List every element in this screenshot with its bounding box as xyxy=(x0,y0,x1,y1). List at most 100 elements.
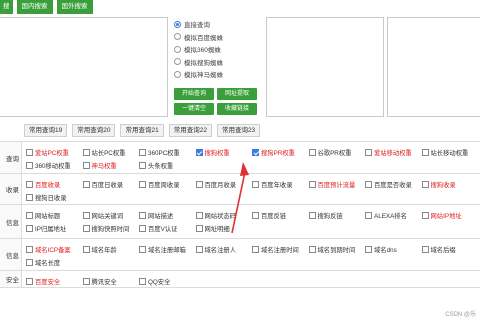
option-checkbox[interactable] xyxy=(195,225,203,232)
radio-circle[interactable] xyxy=(174,33,181,41)
option-item[interactable]: 域名注册人 xyxy=(195,243,253,256)
radio-circle[interactable] xyxy=(174,70,181,78)
option-item[interactable]: 百度月收录 xyxy=(195,178,253,191)
option-item[interactable]: 百度收录 xyxy=(26,178,83,191)
option-item[interactable]: 头条权重 xyxy=(139,159,196,172)
option-item[interactable]: 神马权重 xyxy=(82,159,140,172)
common-query-21-button[interactable]: 常用查询21 xyxy=(120,124,164,137)
option-item[interactable]: ALEXA排名 xyxy=(365,209,422,222)
option-item[interactable]: 域名到期时间 xyxy=(308,243,366,256)
option-checkbox[interactable] xyxy=(139,149,146,156)
extract-url-button[interactable]: 网址提取 xyxy=(217,88,257,100)
option-item[interactable]: 站长移动权重 xyxy=(421,146,479,159)
option-checkbox[interactable] xyxy=(195,246,203,253)
option-item[interactable]: 360移动权重 xyxy=(26,159,83,172)
option-checkbox[interactable] xyxy=(139,278,146,285)
option-checkbox[interactable] xyxy=(82,246,90,253)
option-checkbox[interactable] xyxy=(308,246,316,253)
option-checkbox[interactable] xyxy=(26,212,33,219)
option-item[interactable]: 网址明细 xyxy=(195,222,253,235)
option-checkbox[interactable] xyxy=(252,212,259,219)
option-item[interactable]: 搜狗收录 xyxy=(421,178,479,191)
option-checkbox[interactable] xyxy=(82,149,90,156)
option-item[interactable]: 百度日收录 xyxy=(82,178,140,191)
tab-partial[interactable]: 搜 xyxy=(0,0,13,14)
option-item[interactable]: 域名注册邮箱 xyxy=(139,243,196,256)
option-checkbox[interactable] xyxy=(26,246,33,253)
option-item[interactable]: 百度周收录 xyxy=(139,178,196,191)
option-checkbox[interactable] xyxy=(421,181,429,188)
option-item[interactable]: 谷歌PR权重 xyxy=(308,146,366,159)
option-item[interactable]: 腾讯安全 xyxy=(82,275,140,288)
option-item[interactable]: 域名ICP备案 xyxy=(26,243,83,256)
option-checkbox[interactable] xyxy=(365,149,372,156)
option-checkbox[interactable] xyxy=(26,259,33,266)
option-checkbox[interactable] xyxy=(365,246,372,253)
option-checkbox[interactable] xyxy=(26,278,33,285)
option-item[interactable]: 网站IP地址 xyxy=(421,209,479,222)
option-item[interactable]: 网站关键词 xyxy=(82,209,140,222)
common-query-20-button[interactable]: 常用查询20 xyxy=(72,124,116,137)
option-item[interactable]: 百度预计流量 xyxy=(308,178,366,191)
radio-sogou-spider[interactable]: 模拟搜狗蜘蛛 xyxy=(174,56,223,69)
option-checkbox[interactable] xyxy=(252,246,259,253)
radio-baidu-spider[interactable]: 模拟百度蜘蛛 xyxy=(174,31,223,44)
option-checkbox[interactable] xyxy=(308,149,316,156)
option-checkbox[interactable] xyxy=(139,212,146,219)
option-item[interactable]: 网站状态码 xyxy=(195,209,253,222)
tab-domestic-search[interactable]: 国内搜索 xyxy=(16,0,53,14)
option-item[interactable]: 百度V认证 xyxy=(139,222,196,235)
option-item[interactable]: 域名长度 xyxy=(26,256,83,269)
radio-direct-query[interactable]: 直接查询 xyxy=(174,18,223,31)
option-item[interactable]: IP归属地址 xyxy=(26,222,83,235)
common-query-23-button[interactable]: 常用查询23 xyxy=(216,124,261,137)
option-item[interactable]: 百度年收录 xyxy=(252,178,309,191)
option-item[interactable]: 搜狗权重 xyxy=(195,146,253,159)
option-checkbox[interactable] xyxy=(421,149,429,156)
option-checkbox[interactable] xyxy=(365,212,372,219)
option-checkbox[interactable] xyxy=(139,162,146,169)
option-checkbox[interactable] xyxy=(26,194,33,201)
option-checkbox[interactable] xyxy=(308,181,316,188)
option-checkbox[interactable] xyxy=(82,181,90,188)
option-checkbox[interactable] xyxy=(195,149,203,156)
option-item[interactable]: 搜狗PR权重 xyxy=(252,146,309,159)
radio-circle[interactable] xyxy=(174,45,181,53)
option-item[interactable]: 爱站PC权重 xyxy=(26,146,83,159)
option-checkbox[interactable] xyxy=(26,181,33,188)
option-checkbox[interactable] xyxy=(139,225,146,232)
radio-shenma-spider[interactable]: 模拟神马蜘蛛 xyxy=(174,68,223,81)
common-query-19-button[interactable]: 常用查询19 xyxy=(24,124,68,137)
option-checkbox[interactable] xyxy=(252,149,259,156)
option-item[interactable]: 搜狗反链 xyxy=(308,209,366,222)
option-item[interactable]: 百度是否收录 xyxy=(365,178,422,191)
option-checkbox[interactable] xyxy=(195,181,203,188)
option-item[interactable]: 网站标题 xyxy=(26,209,83,222)
option-item[interactable]: 域名后缀 xyxy=(421,243,479,256)
option-checkbox[interactable] xyxy=(82,225,90,232)
start-query-button[interactable]: 开始查询 xyxy=(174,88,214,100)
radio-circle[interactable] xyxy=(174,20,181,28)
result-textarea-2[interactable] xyxy=(387,17,480,117)
option-item[interactable]: 站长PC权重 xyxy=(82,146,140,159)
option-item[interactable]: 域名年龄 xyxy=(82,243,140,256)
option-checkbox[interactable] xyxy=(252,181,259,188)
radio-360-spider[interactable]: 模拟360蜘蛛 xyxy=(174,43,223,56)
option-checkbox[interactable] xyxy=(82,162,90,169)
option-checkbox[interactable] xyxy=(82,278,90,285)
option-checkbox[interactable] xyxy=(308,212,316,219)
option-checkbox[interactable] xyxy=(139,181,146,188)
save-links-button[interactable]: 收藏链接 xyxy=(217,103,257,115)
clear-all-button[interactable]: 一键清空 xyxy=(174,103,214,115)
result-textarea-1[interactable] xyxy=(266,17,384,117)
option-item[interactable]: QQ安全 xyxy=(139,275,196,288)
option-item[interactable]: 百度安全 xyxy=(26,275,83,288)
option-checkbox[interactable] xyxy=(421,246,429,253)
tab-foreign-search[interactable]: 国外搜索 xyxy=(56,0,93,14)
option-item[interactable]: 爱站移动权重 xyxy=(365,146,422,159)
option-item[interactable]: 搜狗快照时间 xyxy=(82,222,140,235)
option-checkbox[interactable] xyxy=(26,225,33,232)
radio-circle[interactable] xyxy=(174,58,181,66)
url-input-textarea[interactable] xyxy=(0,17,168,117)
option-item[interactable]: 域名dns xyxy=(365,243,422,256)
